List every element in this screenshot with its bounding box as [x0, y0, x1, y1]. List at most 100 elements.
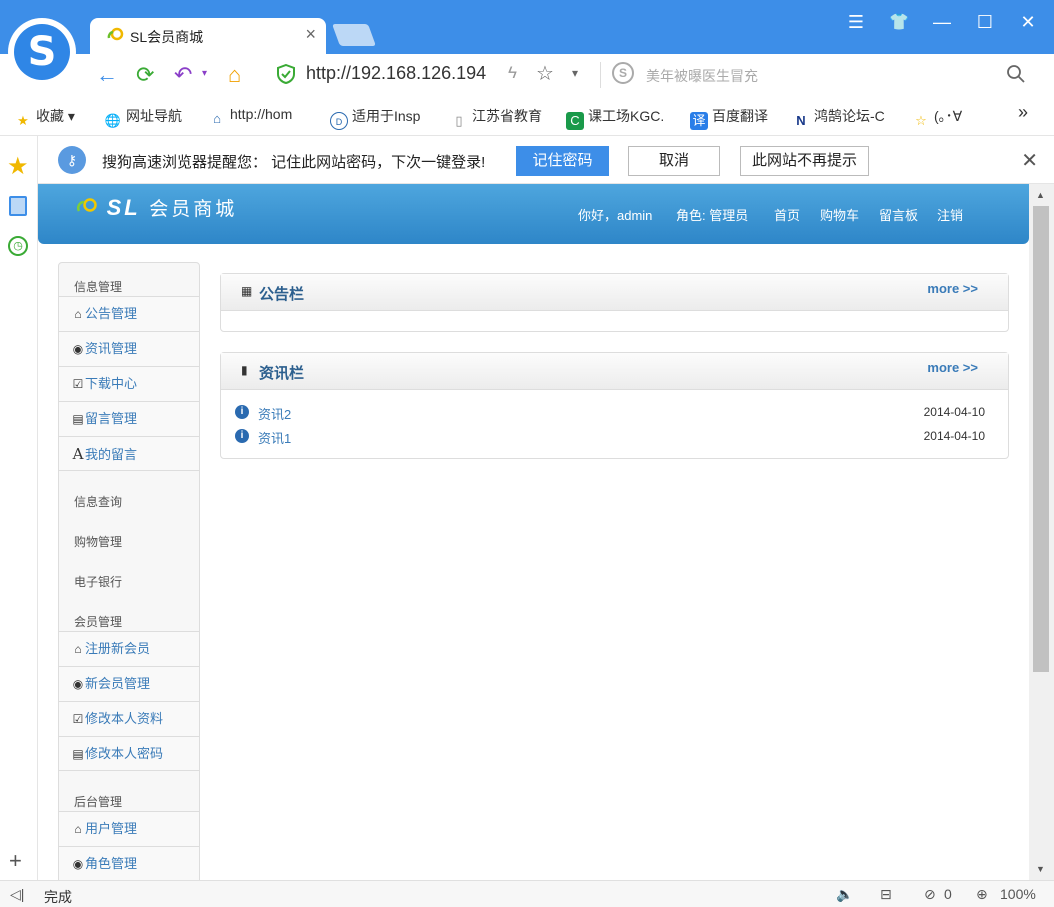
sound-icon[interactable]: 🔈 [836, 886, 853, 903]
new-tab-button[interactable] [331, 24, 377, 46]
url-dropdown-icon[interactable]: ▾ [572, 66, 578, 80]
font-icon: A [72, 445, 84, 463]
cancel-button[interactable]: 取消 [628, 146, 720, 176]
bookmark-dell[interactable]: D 适用于Insp [330, 106, 420, 130]
menu-item-user-mgmt[interactable]: ⌂ 用户管理 [59, 811, 199, 846]
menu-item-my-messages[interactable]: A 我的留言 [59, 436, 199, 471]
forum-icon: N [796, 113, 806, 128]
menu-item-register-member[interactable]: ⌂ 注册新会员 [59, 631, 199, 666]
news-title-link[interactable]: 资讯1 [258, 428, 291, 447]
bookmark-favorites[interactable]: ★ 收藏 ▾ [14, 106, 75, 130]
maximize-icon[interactable]: ☐ [970, 12, 1000, 33]
sogou-logo[interactable]: S [8, 18, 76, 86]
menu-item-new-member-mgmt[interactable]: ◉ 新会员管理 [59, 666, 199, 701]
news-title-link[interactable]: 资讯2 [258, 404, 291, 423]
list-icon: ▤ [72, 747, 84, 761]
collapse-sidebar-icon[interactable]: ◁| [10, 886, 24, 903]
nav-guestbook-link[interactable]: 留言板 [879, 205, 918, 224]
notice-panel: ▦ 公告栏 more >> [220, 273, 1009, 332]
close-notice-icon[interactable]: ✕ [1021, 148, 1038, 173]
menu-icon[interactable]: ☰ [841, 12, 871, 33]
zoom-icon[interactable]: ⊕ [976, 886, 988, 903]
browser-sidebar: ★ ◷ + [0, 136, 38, 880]
bookmark-honghu[interactable]: N 鸿鹄论坛-C [792, 106, 884, 130]
news-more-link[interactable]: more >> [927, 360, 978, 375]
nav-cart-link[interactable]: 购物车 [820, 205, 859, 224]
add-icon[interactable]: + [9, 848, 22, 874]
list-item: i 资讯2 2014-04-10 [235, 403, 995, 423]
bookmark-baidu-translate[interactable]: 译百度翻译 [690, 106, 768, 130]
menu-group-shopping[interactable]: 购物管理 [74, 533, 122, 550]
history-clock-icon[interactable]: ◷ [8, 236, 28, 256]
lightning-icon[interactable]: ϟ [508, 63, 517, 83]
tab-close-icon[interactable]: × [305, 24, 316, 45]
refresh-icon[interactable]: ⟳ [136, 62, 154, 88]
menu-group-query[interactable]: 信息查询 [74, 493, 122, 510]
bookmarks-more-icon[interactable]: » [1018, 102, 1028, 123]
menu-item-change-password[interactable]: ▤修改本人密码 [59, 736, 199, 771]
adblock-icon[interactable]: ⊘ [924, 886, 936, 903]
bookmark-jiangsu[interactable]: ▯ 江苏省教育 [450, 106, 542, 130]
search-icon[interactable] [1006, 64, 1026, 84]
notice-panel-header: ▦ 公告栏 more >> [221, 274, 1008, 311]
url-field[interactable]: http://192.168.126.194 ϟ ☆ ▾ [276, 60, 596, 88]
nav-logout-link[interactable]: 注销 [937, 205, 963, 224]
info-icon: i [235, 429, 249, 443]
star-icon: ★ [17, 113, 29, 128]
status-text: 完成 [44, 889, 72, 905]
news-date: 2014-04-10 [923, 429, 985, 443]
close-window-icon[interactable]: ✕ [1013, 12, 1043, 33]
search-field[interactable]: S 美年被曝医生冒充 [604, 60, 1040, 88]
divider [600, 62, 601, 88]
undo-dropdown-icon[interactable]: ▾ [202, 68, 207, 79]
page-scrollbar[interactable]: ▲ ▼ [1029, 184, 1054, 880]
eye-icon: ◉ [72, 857, 84, 871]
title-bar: SL会员商城 × ☰ 👕 — ☐ ✕ [0, 0, 1054, 54]
list-item: i 资讯1 2014-04-10 [235, 427, 995, 447]
notice-more-link[interactable]: more >> [927, 281, 978, 296]
site-logo[interactable]: SL 会员商城 [76, 194, 237, 221]
menu-item-download-center[interactable]: ☑ 下载中心 [59, 366, 199, 401]
home-icon: ⌂ [74, 822, 82, 836]
home-icon[interactable]: ⌂ [228, 62, 241, 88]
undo-close-icon[interactable]: ↶ [174, 62, 192, 88]
menu-group-admin[interactable]: 后台管理 [74, 793, 122, 810]
nav-home-link[interactable]: 首页 [774, 205, 800, 224]
skin-icon[interactable]: 👕 [884, 12, 914, 32]
menu-item-message-mgmt[interactable]: ▤留言管理 [59, 401, 199, 436]
bookmark-site-nav[interactable]: 🌐 网址导航 [104, 106, 182, 130]
bookmark-star-icon[interactable]: ☆ [536, 61, 554, 86]
favorites-star-icon[interactable]: ★ [7, 152, 29, 181]
minimize-icon[interactable]: — [927, 12, 957, 33]
scrollbar-thumb[interactable] [1033, 206, 1049, 672]
star-icon: ☆ [915, 113, 927, 128]
menu-item-notice-mgmt[interactable]: ⌂ 公告管理 [59, 296, 199, 331]
secure-shield-icon [277, 64, 295, 84]
tab-active[interactable]: SL会员商城 × [90, 18, 326, 54]
key-icon: ⚷ [58, 146, 86, 174]
scroll-up-icon[interactable]: ▲ [1036, 190, 1045, 200]
web-page: SL 会员商城 你好，admin 角色: 管理员 首页 购物车 留言板 注销 信… [38, 184, 1029, 880]
news-panel-title: 资讯栏 [259, 365, 305, 382]
notice-panel-title: 公告栏 [259, 286, 305, 303]
zoom-level[interactable]: 100% [1000, 886, 1036, 902]
never-remind-button[interactable]: 此网站不再提示 [740, 146, 869, 176]
list-icon: ▤ [72, 412, 84, 426]
reader-icon[interactable] [9, 196, 27, 216]
greeting-text: 你好，admin [578, 208, 653, 223]
menu-item-edit-profile[interactable]: ☑ 修改本人资料 [59, 701, 199, 736]
status-bar: ◁| 完成 🔈 ⊟ ⊘ 0 ⊕ 100% [0, 880, 1054, 907]
back-icon[interactable]: ← [96, 62, 118, 88]
bookmark-home[interactable]: ⌂ http://hom [208, 106, 292, 128]
bookmark-kgc[interactable]: C 课工场KGC. [566, 106, 664, 130]
menu-group-info[interactable]: 信息管理 [74, 278, 122, 295]
bookmark-emoticon[interactable]: ☆ (｡･∀ [912, 106, 962, 130]
menu-item-role-mgmt[interactable]: ◉ 角色管理 [59, 846, 199, 880]
menu-item-news-mgmt[interactable]: ◉ 资讯管理 [59, 331, 199, 366]
edit-icon: ☑ [72, 712, 84, 726]
menu-group-member[interactable]: 会员管理 [74, 613, 122, 630]
download-icon[interactable]: ⊟ [880, 886, 892, 903]
menu-group-bank[interactable]: 电子银行 [74, 573, 122, 590]
scroll-down-icon[interactable]: ▼ [1036, 864, 1045, 874]
remember-password-button[interactable]: 记住密码 [516, 146, 609, 176]
